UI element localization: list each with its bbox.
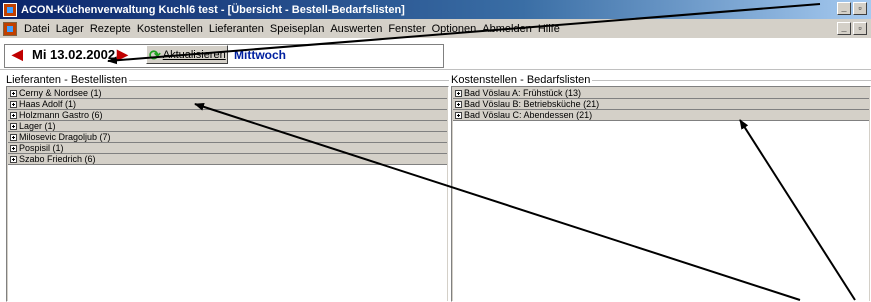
next-day-arrow-icon[interactable]: ▶ <box>117 47 128 61</box>
restore-button[interactable]: ▫ <box>853 2 867 15</box>
list-item-label: Pospisil (1) <box>19 142 64 153</box>
expand-icon[interactable] <box>10 155 17 163</box>
weekday-label: Mittwoch <box>234 48 286 62</box>
window-title: ACON-Küchenverwaltung Kuchl6 test - [Übe… <box>21 3 405 16</box>
refresh-button-label: Aktualisieren <box>162 48 226 61</box>
menu-datei[interactable]: Datei <box>21 23 53 35</box>
list-item-label: Milosevic Dragoljub (7) <box>19 131 111 142</box>
menu-optionen[interactable]: Optionen <box>429 23 480 35</box>
list-item-label: Holzmann Gastro (6) <box>19 109 103 120</box>
expand-icon[interactable] <box>10 133 17 141</box>
menu-lieferanten[interactable]: Lieferanten <box>206 23 267 35</box>
panel-caption: Lieferanten - Bestellisten <box>6 74 130 86</box>
doc-minimize-button[interactable]: _ <box>837 22 851 35</box>
list-item-label: Bad Vöslau C: Abendessen (21) <box>464 109 593 120</box>
list-item-label: Szabo Friedrich (6) <box>19 153 96 164</box>
expand-icon[interactable] <box>455 89 462 97</box>
list-item[interactable]: Bad Vöslau B: Betriebsküche (21) <box>453 99 869 110</box>
document-window-controls: _ ▫ <box>837 22 867 35</box>
list-item-label: Haas Adolf (1) <box>19 98 77 109</box>
list-item-label: Lager (1) <box>19 120 56 131</box>
list-item[interactable]: Cerny & Nordsee (1) <box>8 88 447 99</box>
expand-icon[interactable] <box>10 111 17 119</box>
list-item[interactable]: Haas Adolf (1) <box>8 99 447 110</box>
list-item-label: Bad Vöslau A: Frühstück (13) <box>464 87 582 98</box>
menu-hilfe[interactable]: Hilfe <box>535 23 563 35</box>
supplier-list[interactable]: Cerny & Nordsee (1) Haas Adolf (1) Holzm… <box>6 86 449 302</box>
menu-bar: Datei Lager Rezepte Kostenstellen Liefer… <box>0 19 871 39</box>
expand-icon[interactable] <box>10 100 17 108</box>
menu-rezepte[interactable]: Rezepte <box>87 23 134 35</box>
expand-icon[interactable] <box>455 100 462 108</box>
list-item[interactable]: Milosevic Dragoljub (7) <box>8 132 447 143</box>
expand-icon[interactable] <box>10 144 17 152</box>
menu-fenster[interactable]: Fenster <box>385 23 428 35</box>
list-item[interactable]: Bad Vöslau C: Abendessen (21) <box>453 110 869 121</box>
previous-day-arrow-icon[interactable]: ◀ <box>12 47 23 61</box>
supplier-list-body: Cerny & Nordsee (1) Haas Adolf (1) Holzm… <box>8 88 447 301</box>
minimize-button[interactable]: _ <box>837 2 851 15</box>
cost-center-demand-lists-panel: Kostenstellen - Bedarfslisten Bad Vöslau… <box>451 74 871 302</box>
list-item[interactable]: Szabo Friedrich (6) <box>8 154 447 165</box>
expand-icon[interactable] <box>10 122 17 130</box>
expand-icon[interactable] <box>10 89 17 97</box>
current-date: Mi 13.02.2002 <box>32 47 116 62</box>
list-item[interactable]: Bad Vöslau A: Frühstück (13) <box>453 88 869 99</box>
menu-auswerten[interactable]: Auswerten <box>327 23 385 35</box>
list-item[interactable]: Pospisil (1) <box>8 143 447 154</box>
expand-icon[interactable] <box>455 111 462 119</box>
cost-center-list-body: Bad Vöslau A: Frühstück (13) Bad Vöslau … <box>453 88 869 301</box>
document-icon[interactable] <box>3 21 17 36</box>
cost-center-list[interactable]: Bad Vöslau A: Frühstück (13) Bad Vöslau … <box>451 86 871 302</box>
menu-abmelden[interactable]: Abmelden <box>479 23 535 35</box>
list-item-label: Cerny & Nordsee (1) <box>19 87 102 98</box>
list-item[interactable]: Holzmann Gastro (6) <box>8 110 447 121</box>
list-item[interactable]: Lager (1) <box>8 121 447 132</box>
menu-speiseplan[interactable]: Speiseplan <box>267 23 327 35</box>
doc-restore-button[interactable]: ▫ <box>853 22 867 35</box>
refresh-button[interactable]: ⟳ Aktualisieren <box>146 45 228 64</box>
menu-kostenstellen[interactable]: Kostenstellen <box>134 23 206 35</box>
date-toolbar: ◀ Mi 13.02.2002 ▶ ⟳ Aktualisieren Mittwo… <box>0 40 871 70</box>
menu-lager[interactable]: Lager <box>53 23 87 35</box>
window-controls: _ ▫ <box>837 2 867 15</box>
supplier-order-lists-panel: Lieferanten - Bestellisten Cerny & Nords… <box>6 74 449 302</box>
title-bar: ACON-Küchenverwaltung Kuchl6 test - [Übe… <box>0 0 871 19</box>
panel-caption: Kostenstellen - Bedarfslisten <box>451 74 593 86</box>
app-icon[interactable] <box>3 2 17 17</box>
list-item-label: Bad Vöslau B: Betriebsküche (21) <box>464 98 600 109</box>
refresh-icon: ⟳ <box>149 46 161 63</box>
